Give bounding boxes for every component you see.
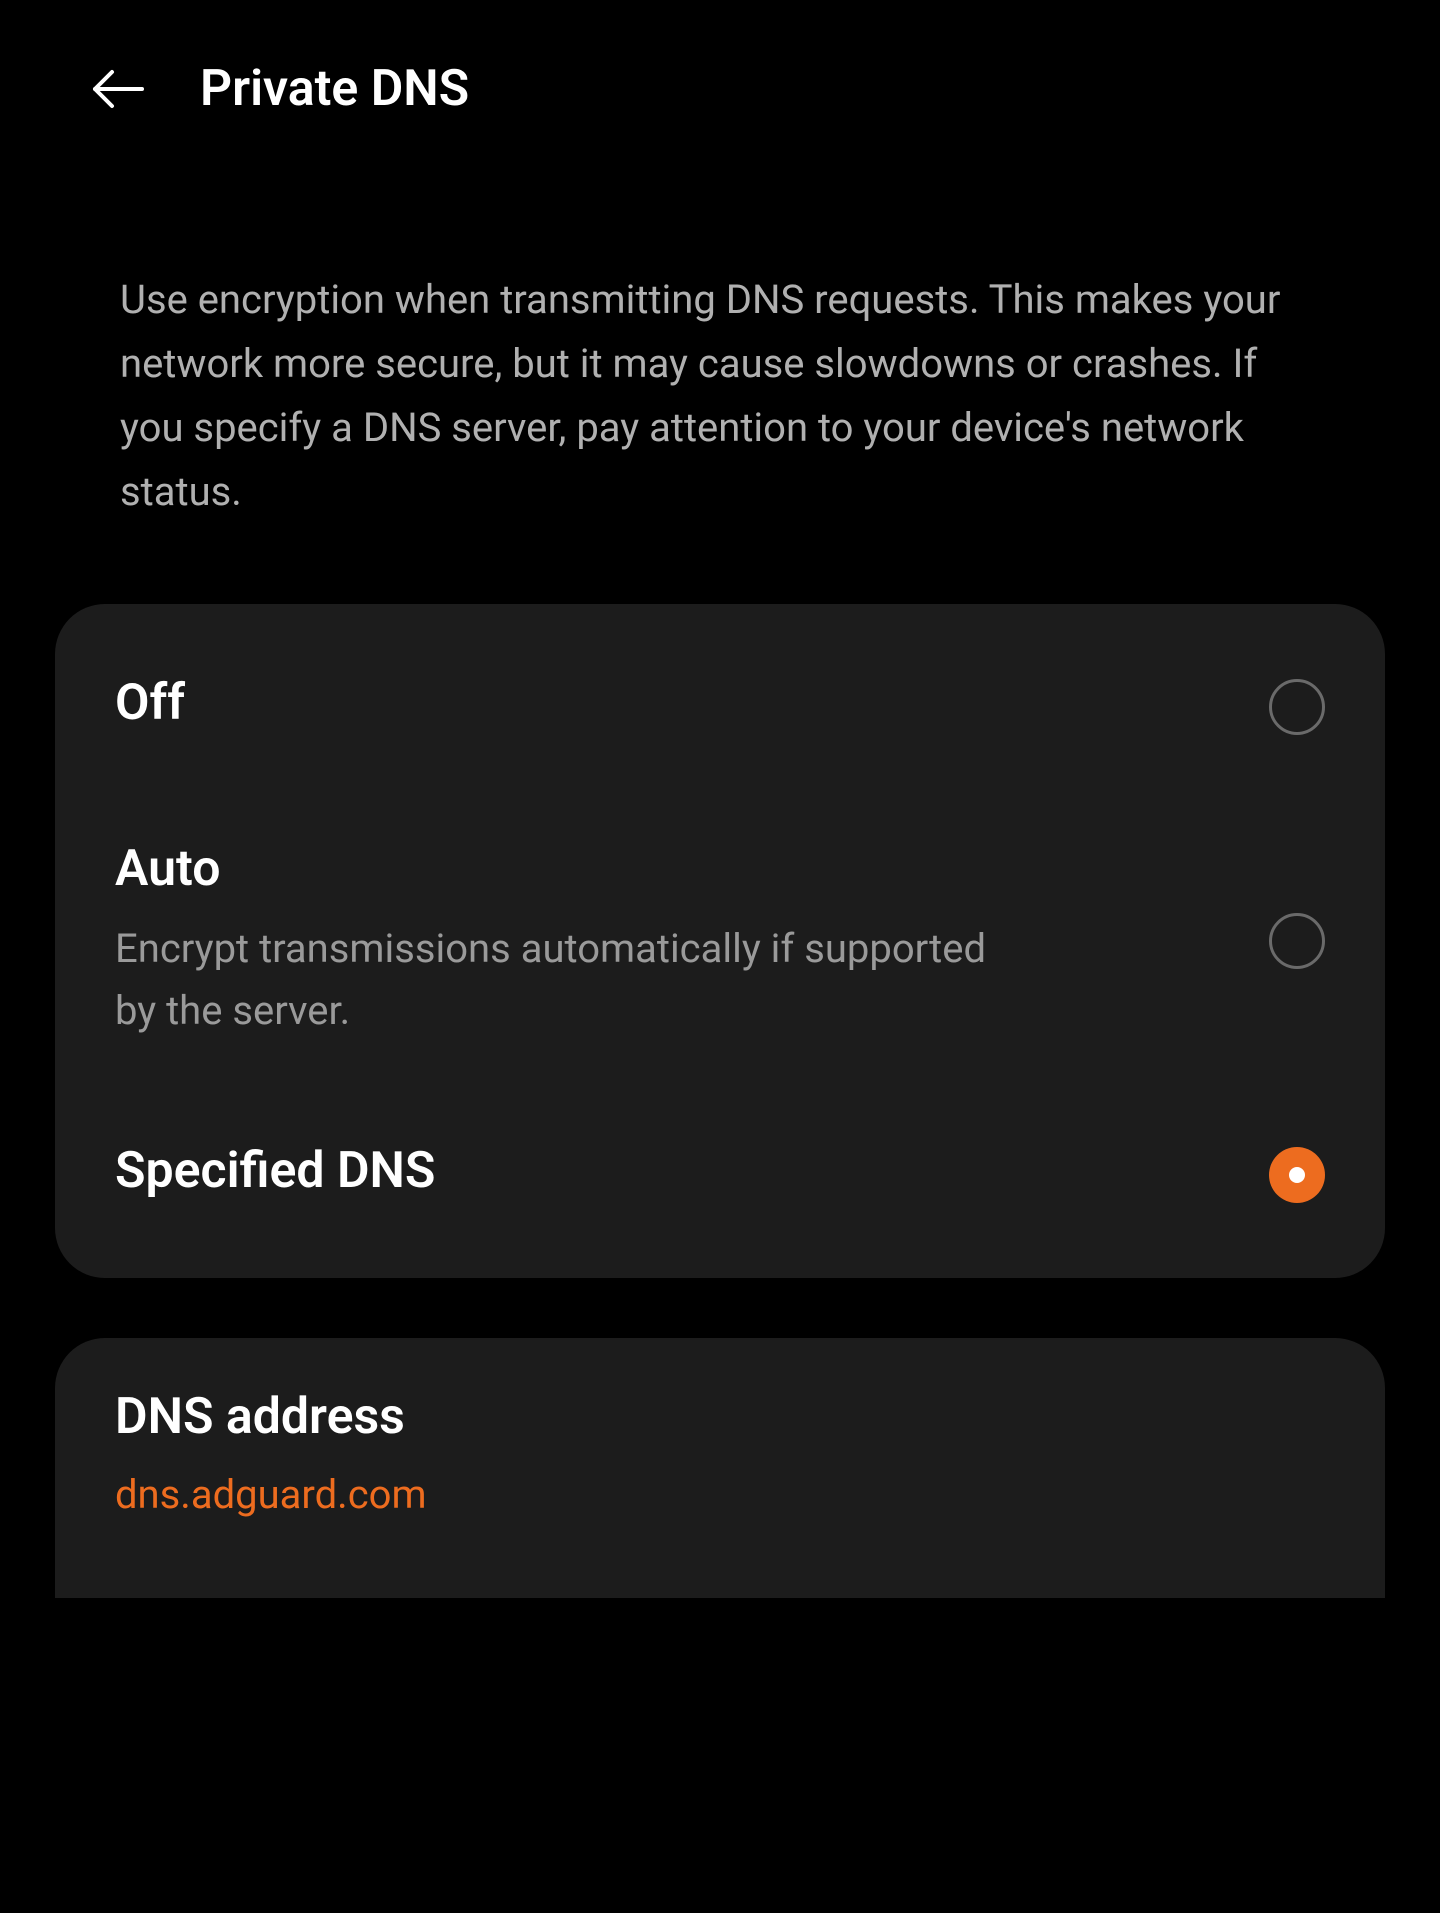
- option-auto-title: Auto: [115, 840, 1269, 898]
- option-specified-dns[interactable]: Specified DNS: [55, 1092, 1385, 1258]
- header: Private DNS: [0, 0, 1440, 158]
- radio-auto[interactable]: [1269, 913, 1325, 969]
- option-off[interactable]: Off: [55, 624, 1385, 790]
- description-text: Use encryption when transmitting DNS req…: [0, 158, 1440, 584]
- dns-address-card[interactable]: DNS address dns.adguard.com: [55, 1338, 1385, 1598]
- page-title: Private DNS: [200, 60, 469, 118]
- dns-address-label: DNS address: [115, 1388, 1325, 1446]
- option-auto[interactable]: Auto Encrypt transmissions automatically…: [55, 790, 1385, 1092]
- dns-address-value: dns.adguard.com: [115, 1471, 1325, 1518]
- radio-off[interactable]: [1269, 679, 1325, 735]
- options-card: Off Auto Encrypt transmissions automatic…: [55, 604, 1385, 1278]
- back-icon[interactable]: [90, 62, 145, 117]
- option-auto-subtitle: Encrypt transmissions automatically if s…: [115, 918, 1015, 1042]
- radio-specified-dns[interactable]: [1269, 1147, 1325, 1203]
- option-off-title: Off: [115, 674, 1269, 732]
- option-specified-dns-title: Specified DNS: [115, 1142, 1269, 1200]
